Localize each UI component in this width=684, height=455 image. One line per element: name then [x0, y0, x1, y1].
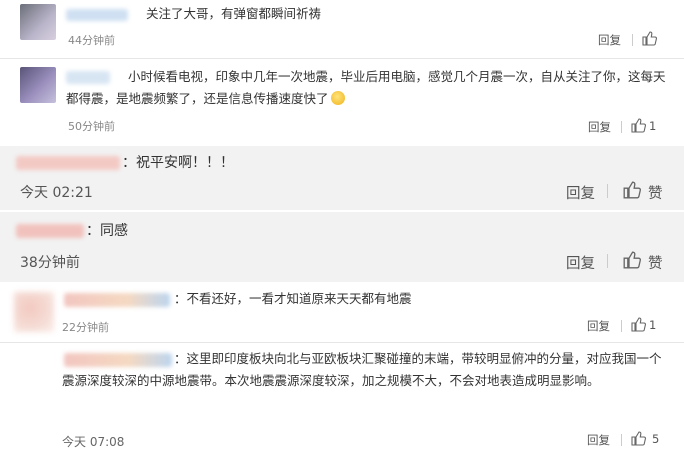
- like-label[interactable]: 赞: [648, 182, 663, 203]
- avatar[interactable]: [20, 67, 56, 103]
- reply-button[interactable]: 回复: [598, 32, 621, 48]
- username[interactable]: [66, 9, 128, 21]
- like-icon[interactable]: [623, 181, 641, 199]
- laugh-emoji-icon: [330, 91, 345, 105]
- username[interactable]: [16, 156, 120, 170]
- avatar[interactable]: [20, 4, 56, 40]
- comment-item: ：这里即印度板块向北与亚欧板块汇聚碰撞的末端，带较明显俯冲的分量，对应我国一个震…: [0, 343, 684, 455]
- comment-text: ：不看还好，一看才知道原来天天都有地震: [174, 291, 412, 306]
- like-count: 5: [652, 432, 660, 446]
- comment-time: 22分钟前: [62, 321, 109, 334]
- divider: [621, 434, 622, 446]
- comment-time: 38分钟前: [20, 255, 80, 271]
- like-icon[interactable]: [631, 317, 646, 332]
- divider: [621, 121, 622, 133]
- reply-button[interactable]: 回复: [566, 182, 595, 203]
- like-count: 1: [649, 119, 657, 133]
- comment-item: 小时候看电视，印象中几年一次地震，毕业后用电脑，感觉几个月震一次，自从关注了你，…: [0, 59, 684, 145]
- comment-time: 今天 02:21: [20, 185, 93, 201]
- comment-text: ：同感: [86, 223, 128, 239]
- like-icon[interactable]: [642, 31, 657, 46]
- divider: [607, 184, 608, 198]
- avatar[interactable]: [14, 292, 54, 332]
- like-icon[interactable]: [623, 251, 641, 269]
- comment-text: ：这里即印度板块向北与亚欧板块汇聚碰撞的末端，带较明显俯冲的分量，对应我国一个震…: [62, 351, 662, 388]
- reply-button[interactable]: 回复: [566, 252, 595, 273]
- comment-text: 关注了大哥，有弹窗都瞬间祈祷: [146, 6, 322, 21]
- comment-item: ：不看还好，一看才知道原来天天都有地震 22分钟前 回复 1: [0, 284, 684, 342]
- username[interactable]: [64, 293, 170, 307]
- comment-text: ：祝平安啊！！！: [122, 155, 234, 171]
- reply-button[interactable]: 回复: [588, 119, 611, 135]
- comment-time: 50分钟前: [68, 120, 115, 133]
- divider: [632, 34, 633, 46]
- like-icon[interactable]: [631, 118, 646, 133]
- comment-time: 44分钟前: [68, 34, 115, 47]
- like-icon[interactable]: [631, 431, 646, 446]
- divider: [607, 254, 608, 268]
- like-label[interactable]: 赞: [648, 252, 663, 273]
- reply-button[interactable]: 回复: [587, 432, 610, 448]
- divider: [621, 320, 622, 332]
- reply-button[interactable]: 回复: [587, 318, 610, 334]
- comment-item: 关注了大哥，有弹窗都瞬间祈祷 44分钟前 回复: [0, 0, 684, 58]
- comment-text: 小时候看电视，印象中几年一次地震，毕业后用电脑，感觉几个月震一次，自从关注了你，…: [66, 69, 666, 106]
- comment-item: ：祝平安啊！！！ 今天 02:21 回复 赞: [0, 146, 684, 210]
- comment-time: 今天 07:08: [62, 435, 125, 449]
- username[interactable]: [16, 224, 84, 238]
- comment-item: ：同感 38分钟前 回复 赞: [0, 212, 684, 282]
- like-count: 1: [649, 318, 657, 332]
